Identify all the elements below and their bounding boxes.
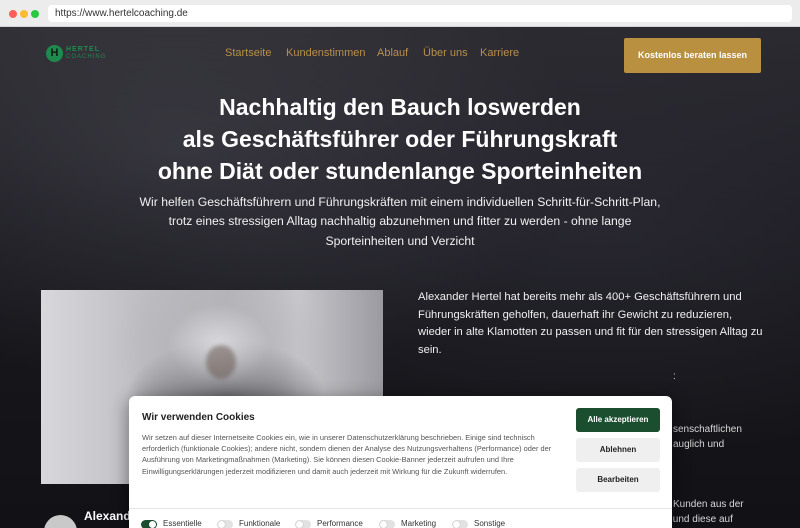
about-text: Alexander Hertel hat bereits mehr als 40… <box>418 291 763 356</box>
toggle-label-performance: Performance <box>317 519 363 528</box>
toggle-label-sonstige: Sonstige <box>474 519 506 528</box>
edit-cookie-settings-button[interactable]: Bearbeiten <box>576 468 660 492</box>
nav-item-karriere[interactable]: Karriere <box>480 47 519 59</box>
logo-mark-icon: H <box>46 45 63 62</box>
browser-chrome: https://www.hertelcoaching.de <box>0 0 800 27</box>
toggle-label-marketing: Marketing <box>401 519 437 528</box>
about-partial-text: Kunden aus der <box>673 499 744 510</box>
about-partial-text: : <box>673 371 676 382</box>
about-partial-text: auglich und <box>673 439 725 450</box>
free-consultation-button[interactable]: Kostenlos beraten lassen <box>624 38 761 73</box>
page: H HERTEL COACHING Startseite Kundenstimm… <box>0 27 800 528</box>
cookie-banner: Wir verwenden Cookies Wir setzen auf die… <box>129 396 672 528</box>
logo-text-line2: COACHING <box>66 54 107 60</box>
video-person-thumbnail <box>206 345 236 379</box>
cookie-banner-text: Wir setzen auf dieser Internetseite Cook… <box>142 433 552 476</box>
hero-subtitle-line: trotz eines stressigen Alltag nachhaltig… <box>168 214 632 229</box>
accept-all-cookies-button[interactable]: Alle akzeptieren <box>576 408 660 432</box>
toggle-label-essentielle: Essentielle <box>163 519 202 528</box>
close-window-icon[interactable] <box>9 10 17 18</box>
nav-item-ueber-uns[interactable]: Über uns <box>423 47 468 59</box>
hero-subtitle-line: Sporteinheiten und Verzicht <box>325 233 475 248</box>
hero-title: Nachhaltig den Bauch loswerden als Gesch… <box>100 91 700 187</box>
nav-item-kundenstimmen[interactable]: Kundenstimmen <box>286 47 366 59</box>
cookie-banner-title: Wir verwenden Cookies <box>142 412 255 423</box>
essential-cookies-toggle[interactable] <box>141 520 157 528</box>
divider <box>129 508 672 509</box>
hero-subtitle-line: Wir helfen Geschäftsführern und Führungs… <box>139 195 661 209</box>
other-cookies-toggle[interactable] <box>452 520 468 528</box>
nav-item-startseite[interactable]: Startseite <box>225 47 271 59</box>
marketing-cookies-toggle[interactable] <box>379 520 395 528</box>
minimize-window-icon[interactable] <box>20 10 28 18</box>
decline-cookies-button[interactable]: Ablehnen <box>576 438 660 462</box>
hero-title-line: Nachhaltig den Bauch loswerden <box>219 94 581 120</box>
functional-cookies-toggle[interactable] <box>217 520 233 528</box>
hero-title-line: als Geschäftsführer oder Führungskraft <box>182 126 618 152</box>
toggle-label-funktionale: Funktionale <box>239 519 281 528</box>
site-logo[interactable]: H HERTEL COACHING <box>46 43 116 65</box>
maximize-window-icon[interactable] <box>31 10 39 18</box>
address-bar[interactable]: https://www.hertelcoaching.de <box>48 5 792 22</box>
performance-cookies-toggle[interactable] <box>295 520 311 528</box>
nav-item-ablauf[interactable]: Ablauf <box>377 47 408 59</box>
about-partial-text: senschaftlichen <box>673 424 742 435</box>
hero-title-line: ohne Diät oder stundenlange Sporteinheit… <box>157 158 643 184</box>
hero-subtitle: Wir helfen Geschäftsführern und Führungs… <box>110 193 690 251</box>
avatar <box>44 515 77 528</box>
logo-text-line1: HERTEL <box>66 46 100 53</box>
